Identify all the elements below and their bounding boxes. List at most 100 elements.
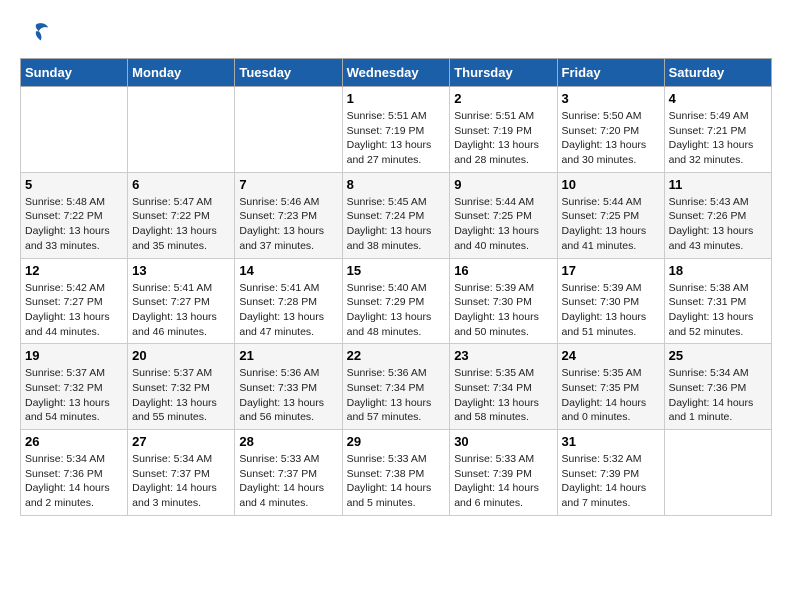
calendar-cell: 11 Sunrise: 5:43 AMSunset: 7:26 PMDayligh… [664,172,771,258]
calendar-cell: 31 Sunrise: 5:32 AMSunset: 7:39 PMDayligh… [557,430,664,516]
day-info: Sunrise: 5:47 AMSunset: 7:22 PMDaylight:… [132,195,230,254]
header-thursday: Thursday [450,59,557,87]
calendar-cell [664,430,771,516]
calendar-week-1: 1 Sunrise: 5:51 AMSunset: 7:19 PMDaylight… [21,87,772,173]
calendar-cell: 6 Sunrise: 5:47 AMSunset: 7:22 PMDaylight… [128,172,235,258]
calendar-cell: 17Sunrise: 5:39 AMSunset: 7:30 PMDayligh… [557,258,664,344]
calendar-cell: 30 Sunrise: 5:33 AMSunset: 7:39 PMDayligh… [450,430,557,516]
calendar-cell: 1 Sunrise: 5:51 AMSunset: 7:19 PMDaylight… [342,87,450,173]
day-info: Sunrise: 5:44 AMSunset: 7:25 PMDaylight:… [562,195,660,254]
day-number: 9 [454,177,552,192]
day-number: 6 [132,177,230,192]
day-info: Sunrise: 5:48 AMSunset: 7:22 PMDaylight:… [25,195,123,254]
day-number: 26 [25,434,123,449]
day-number: 7 [239,177,337,192]
calendar-cell: 21Sunrise: 5:36 AMSunset: 7:33 PMDayligh… [235,344,342,430]
calendar-cell: 18Sunrise: 5:38 AMSunset: 7:31 PMDayligh… [664,258,771,344]
page-header [20,20,772,48]
calendar-cell: 9Sunrise: 5:44 AMSunset: 7:25 PMDaylight… [450,172,557,258]
day-info: Sunrise: 5:38 AMSunset: 7:31 PMDaylight:… [669,281,767,340]
day-number: 23 [454,348,552,363]
day-info: Sunrise: 5:37 AMSunset: 7:32 PMDaylight:… [132,366,230,425]
calendar-cell [235,87,342,173]
day-info: Sunrise: 5:33 AMSunset: 7:39 PMDaylight:… [454,452,552,511]
calendar-cell: 23 Sunrise: 5:35 AMSunset: 7:34 PMDayligh… [450,344,557,430]
day-number: 5 [25,177,123,192]
day-number: 22 [347,348,446,363]
day-number: 28 [239,434,337,449]
day-number: 3 [562,91,660,106]
calendar-table: SundayMondayTuesdayWednesdayThursdayFrid… [20,58,772,516]
day-number: 8 [347,177,446,192]
calendar-cell: 20 Sunrise: 5:37 AMSunset: 7:32 PMDayligh… [128,344,235,430]
calendar-week-4: 19 Sunrise: 5:37 AMSunset: 7:32 PMDayligh… [21,344,772,430]
day-info: Sunrise: 5:51 AMSunset: 7:19 PMDaylight:… [347,109,446,168]
calendar-cell [128,87,235,173]
day-info: Sunrise: 5:34 AMSunset: 7:36 PMDaylight:… [669,366,767,425]
day-info: Sunrise: 5:35 AMSunset: 7:34 PMDaylight:… [454,366,552,425]
day-number: 19 [25,348,123,363]
day-info: Sunrise: 5:45 AMSunset: 7:24 PMDaylight:… [347,195,446,254]
calendar-cell [21,87,128,173]
day-info: Sunrise: 5:33 AMSunset: 7:38 PMDaylight:… [347,452,446,511]
calendar-cell: 27 Sunrise: 5:34 AMSunset: 7:37 PMDayligh… [128,430,235,516]
day-number: 16 [454,263,552,278]
day-info: Sunrise: 5:40 AMSunset: 7:29 PMDaylight:… [347,281,446,340]
calendar-cell: 3 Sunrise: 5:50 AMSunset: 7:20 PMDaylight… [557,87,664,173]
calendar-cell: 28 Sunrise: 5:33 AMSunset: 7:37 PMDayligh… [235,430,342,516]
day-number: 31 [562,434,660,449]
day-info: Sunrise: 5:32 AMSunset: 7:39 PMDaylight:… [562,452,660,511]
calendar-cell: 14 Sunrise: 5:41 AMSunset: 7:28 PMDayligh… [235,258,342,344]
day-number: 24 [562,348,660,363]
day-info: Sunrise: 5:49 AMSunset: 7:21 PMDaylight:… [669,109,767,168]
day-number: 12 [25,263,123,278]
day-number: 11 [669,177,767,192]
day-number: 15 [347,263,446,278]
day-info: Sunrise: 5:35 AMSunset: 7:35 PMDaylight:… [562,366,660,425]
day-number: 27 [132,434,230,449]
calendar-cell: 16 Sunrise: 5:39 AMSunset: 7:30 PMDayligh… [450,258,557,344]
calendar-cell: 7 Sunrise: 5:46 AMSunset: 7:23 PMDaylight… [235,172,342,258]
calendar-week-5: 26 Sunrise: 5:34 AMSunset: 7:36 PMDayligh… [21,430,772,516]
day-info: Sunrise: 5:46 AMSunset: 7:23 PMDaylight:… [239,195,337,254]
day-number: 30 [454,434,552,449]
header-tuesday: Tuesday [235,59,342,87]
calendar-week-2: 5 Sunrise: 5:48 AMSunset: 7:22 PMDaylight… [21,172,772,258]
calendar-cell: 22 Sunrise: 5:36 AMSunset: 7:34 PMDayligh… [342,344,450,430]
calendar-cell: 26 Sunrise: 5:34 AMSunset: 7:36 PMDayligh… [21,430,128,516]
day-number: 1 [347,91,446,106]
header-sunday: Sunday [21,59,128,87]
calendar-cell: 5 Sunrise: 5:48 AMSunset: 7:22 PMDaylight… [21,172,128,258]
day-info: Sunrise: 5:51 AMSunset: 7:19 PMDaylight:… [454,109,552,168]
calendar-header-row: SundayMondayTuesdayWednesdayThursdayFrid… [21,59,772,87]
logo [20,20,50,48]
calendar-cell: 19Sunrise: 5:37 AMSunset: 7:32 PMDayligh… [21,344,128,430]
day-info: Sunrise: 5:42 AMSunset: 7:27 PMDaylight:… [25,281,123,340]
day-info: Sunrise: 5:36 AMSunset: 7:34 PMDaylight:… [347,366,446,425]
day-info: Sunrise: 5:41 AMSunset: 7:27 PMDaylight:… [132,281,230,340]
calendar-cell: 12 Sunrise: 5:42 AMSunset: 7:27 PMDayligh… [21,258,128,344]
day-info: Sunrise: 5:50 AMSunset: 7:20 PMDaylight:… [562,109,660,168]
day-info: Sunrise: 5:36 AMSunset: 7:33 PMDaylight:… [239,366,337,425]
day-info: Sunrise: 5:39 AMSunset: 7:30 PMDaylight:… [454,281,552,340]
day-info: Sunrise: 5:34 AMSunset: 7:37 PMDaylight:… [132,452,230,511]
day-number: 20 [132,348,230,363]
calendar-cell: 2Sunrise: 5:51 AMSunset: 7:19 PMDaylight… [450,87,557,173]
day-info: Sunrise: 5:34 AMSunset: 7:36 PMDaylight:… [25,452,123,511]
calendar-cell: 25Sunrise: 5:34 AMSunset: 7:36 PMDayligh… [664,344,771,430]
calendar-cell: 13 Sunrise: 5:41 AMSunset: 7:27 PMDayligh… [128,258,235,344]
day-info: Sunrise: 5:43 AMSunset: 7:26 PMDaylight:… [669,195,767,254]
day-info: Sunrise: 5:41 AMSunset: 7:28 PMDaylight:… [239,281,337,340]
day-info: Sunrise: 5:33 AMSunset: 7:37 PMDaylight:… [239,452,337,511]
day-number: 14 [239,263,337,278]
header-wednesday: Wednesday [342,59,450,87]
day-number: 10 [562,177,660,192]
calendar-cell: 15 Sunrise: 5:40 AMSunset: 7:29 PMDayligh… [342,258,450,344]
logo-bird-icon [22,20,50,48]
calendar-cell: 4Sunrise: 5:49 AMSunset: 7:21 PMDaylight… [664,87,771,173]
day-info: Sunrise: 5:39 AMSunset: 7:30 PMDaylight:… [562,281,660,340]
calendar-cell: 24 Sunrise: 5:35 AMSunset: 7:35 PMDayligh… [557,344,664,430]
day-number: 13 [132,263,230,278]
calendar-cell: 29Sunrise: 5:33 AMSunset: 7:38 PMDayligh… [342,430,450,516]
calendar-week-3: 12 Sunrise: 5:42 AMSunset: 7:27 PMDayligh… [21,258,772,344]
